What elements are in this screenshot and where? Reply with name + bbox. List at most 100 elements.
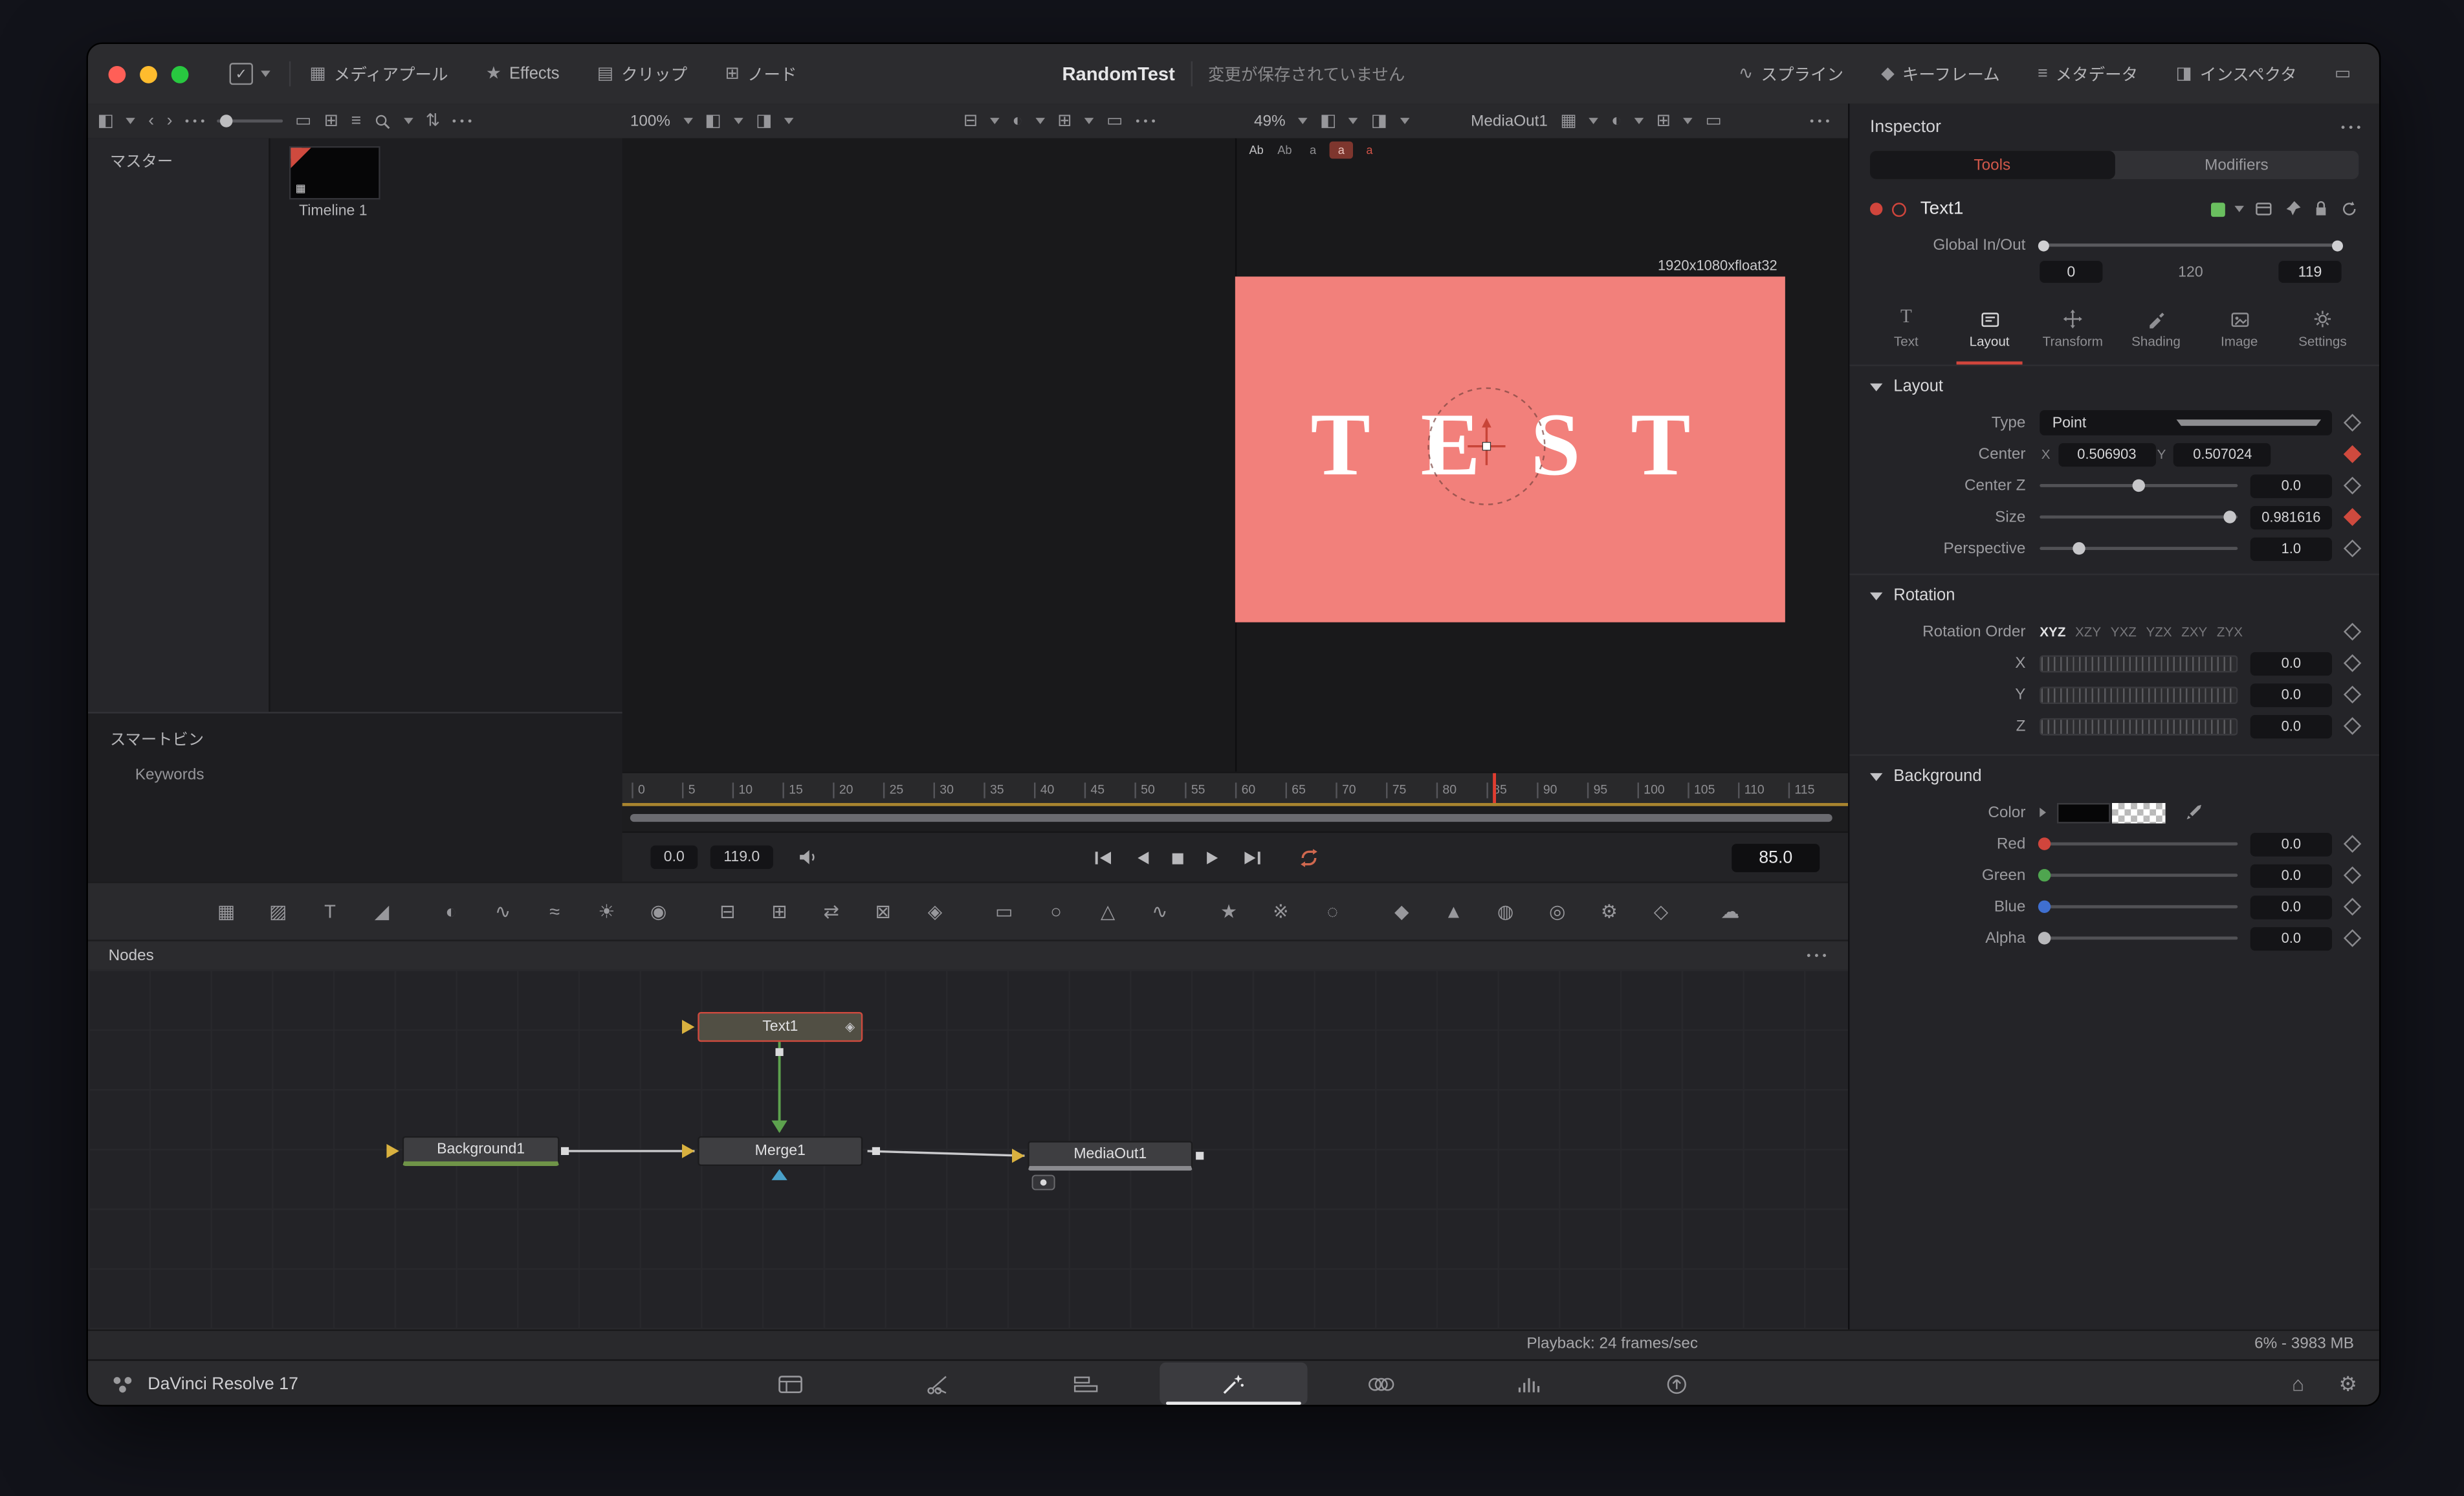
panel-layout-button[interactable]: ▭ [2316,44,2370,104]
settings-gear-icon[interactable]: ⚙ [2339,1371,2357,1396]
node-color-dot-icon[interactable] [1870,203,1882,215]
fastnoise-tool-icon[interactable]: ▨ [265,902,291,921]
order-option[interactable]: ZYX [2217,624,2243,639]
viewer-canvas[interactable]: TEST [1235,276,1785,622]
node-background1[interactable]: Background1 [402,1136,560,1166]
play-button[interactable] [1205,850,1221,866]
rotation-y-input[interactable]: 0.0 [2250,683,2332,706]
zoom-window-button[interactable] [171,65,189,83]
grid-overlay-icon[interactable]: ⊞ [1057,113,1072,130]
chevron-down-icon[interactable] [1634,118,1644,124]
chevron-down-icon[interactable] [1683,118,1693,124]
more-icon[interactable] [1810,118,1829,123]
chevron-down-icon[interactable] [785,118,795,124]
perspective-input[interactable]: 1.0 [2250,536,2332,560]
sidebar-toggle-icon[interactable]: ◧ [98,113,114,130]
minimize-window-button[interactable] [140,65,157,83]
perspective-slider[interactable] [2040,547,2238,550]
render-range-in-input[interactable]: 0.0 [650,846,698,869]
render-range-out-input[interactable]: 119.0 [710,846,773,869]
chevron-down-icon[interactable] [1298,118,1308,124]
chevron-down-icon[interactable] [404,118,413,124]
green-slider[interactable] [2040,874,2238,877]
chevron-down-icon[interactable] [126,118,136,124]
page-media[interactable] [716,1363,864,1405]
timeline-scrollbar[interactable] [630,814,1832,822]
chevron-right-icon[interactable] [2040,808,2046,817]
camera-3d-tool-icon[interactable]: ⚙ [1596,902,1622,921]
red-slider[interactable] [2040,842,2238,846]
paint-tool-icon[interactable]: ◢ [369,902,395,921]
tab-transform[interactable]: Transform [2035,302,2111,364]
node-mediaout1[interactable]: MediaOut1 [1028,1141,1193,1171]
inspector-toggle[interactable]: ◨ インスペクタ [2157,44,2315,104]
order-option[interactable]: YZX [2146,624,2172,639]
channel-button[interactable]: Ab [1244,142,1268,159]
timeline-clip-thumbnail[interactable]: ▦ [289,146,380,200]
right-viewer-source[interactable]: MediaOut1 [1471,113,1548,130]
rotation-order-keyframe-icon[interactable] [2344,623,2361,641]
back-icon[interactable]: ‹ [148,113,154,130]
global-range-slider[interactable] [2040,243,2341,247]
rectangle-mask-tool-icon[interactable]: ▭ [991,902,1017,921]
dve-tool-icon[interactable]: ◈ [923,902,948,921]
tab-image[interactable]: Image [2201,302,2277,364]
sort-icon[interactable]: ⇅ [426,113,440,130]
rotation-y-wheel[interactable] [2040,686,2238,703]
effects-toggle[interactable]: ★ Effects [467,44,578,104]
version-color-swatch[interactable] [2211,202,2225,216]
section-rotation[interactable]: Rotation [1849,573,2379,616]
reset-icon[interactable] [2340,199,2359,218]
blue-keyframe-icon[interactable] [2344,898,2361,916]
color-corrector-tool-icon[interactable]: ◐ [439,902,464,921]
split-view-icon[interactable]: ⊟ [963,113,978,130]
alpha-keyframe-icon[interactable] [2344,929,2361,947]
volume-fog-tool-icon[interactable]: ☁ [1717,902,1743,921]
audio-mute-button[interactable] [798,848,819,866]
chevron-down-icon[interactable] [734,118,743,124]
particle-render-tool-icon[interactable]: ◌ [1320,902,1345,921]
image-plane-3d-tool-icon[interactable]: ◆ [1389,902,1414,921]
perspective-keyframe-icon[interactable] [2344,540,2361,557]
text-tool-icon[interactable]: T [318,902,343,921]
center-z-input[interactable]: 0.0 [2250,474,2332,497]
tab-layout[interactable]: Layout [1952,302,2027,364]
transform-overlay[interactable] [1235,276,1785,622]
tab-settings[interactable]: Settings [2285,302,2360,364]
type-dropdown[interactable]: Point [2040,410,2332,435]
node-graph[interactable]: Text1 ◈ Background1 Merge1 MediaOut1 [88,969,1848,1329]
center-y-input[interactable]: 0.507024 [2174,443,2272,466]
global-out-input[interactable]: 119 [2278,261,2341,283]
search-icon[interactable] [374,113,391,130]
channel-button[interactable]: Ab [1273,142,1296,159]
viewer-a-icon[interactable]: ◧ [705,113,721,130]
chevron-down-icon[interactable] [2234,206,2244,212]
global-in-handle[interactable] [2038,239,2049,250]
media-icon[interactable]: ▦ [1560,113,1576,130]
page-color[interactable] [1308,1363,1455,1405]
alpha-slider[interactable] [2040,936,2238,940]
alpha-checker-swatch[interactable] [2112,802,2166,823]
grid-overlay-icon[interactable]: ⊞ [1656,113,1671,130]
more-icon[interactable] [452,118,471,123]
polygon-mask-tool-icon[interactable]: △ [1095,902,1121,921]
type-keyframe-icon[interactable] [2344,414,2361,432]
blue-slider[interactable] [2040,905,2238,908]
thumbnail-size-slider[interactable] [217,120,283,123]
global-out-handle[interactable] [2332,239,2343,250]
ui-layout-select[interactable]: ✓ [210,44,289,104]
section-background[interactable]: Background [1849,754,2379,797]
more-icon[interactable] [1807,953,1826,958]
gamut-icon[interactable]: ◐ [1611,113,1622,130]
renderer-3d-tool-icon[interactable]: ◇ [1649,902,1674,921]
node-text1[interactable]: Text1 ◈ [698,1012,863,1042]
tab-tools[interactable]: Tools [1870,151,2115,179]
right-viewer-zoom[interactable]: 49% [1254,113,1286,130]
merge-3d-tool-icon[interactable]: ◎ [1545,902,1570,921]
particle-emitter-tool-icon[interactable]: ★ [1216,902,1242,921]
page-deliver[interactable] [1603,1363,1750,1405]
chevron-down-icon[interactable] [683,118,692,124]
order-option[interactable]: YXZ [2111,624,2137,639]
red-keyframe-icon[interactable] [2344,835,2361,852]
panel-icon[interactable] [2254,199,2274,218]
